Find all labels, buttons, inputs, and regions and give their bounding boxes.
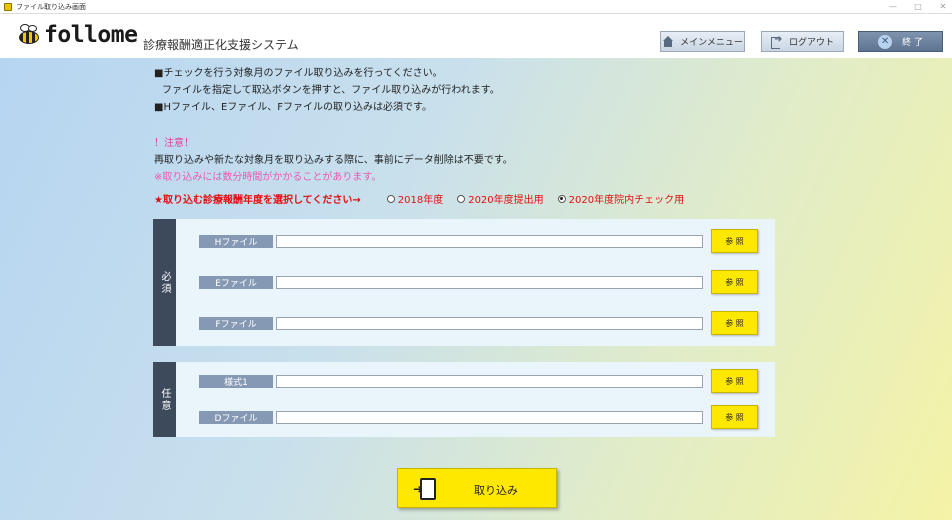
file-label: 様式1 (199, 374, 273, 388)
system-name: 診療報酬適正化支援システム (143, 38, 299, 52)
radio-label: 2020年度提出用 (468, 195, 544, 206)
radio-2020-internal-check[interactable]: 2020年度院内チェック用 (557, 191, 685, 206)
radio-dot-selected (557, 194, 566, 203)
radio-dot (457, 194, 466, 203)
instruction-line-1: ■チェックを行う対象月のファイル取り込みを行ってください。 (154, 68, 443, 79)
browse-button[interactable]: 参 照 (711, 369, 758, 393)
window-title: ファイル取り込み画面 (16, 3, 86, 11)
import-button[interactable]: 取り込み (397, 468, 557, 508)
file-import-icon (413, 478, 436, 500)
logo-text: follome (44, 22, 138, 48)
app-icon (4, 3, 12, 11)
main-menu-label: メインメニュー (680, 38, 743, 48)
file-label: Eファイル (199, 275, 273, 289)
exit-button[interactable]: ✕ 終 了 (858, 31, 943, 52)
note-title: ！注意！ (154, 138, 194, 149)
file-label: Dファイル (199, 410, 273, 424)
file-row-f: Fファイル (199, 316, 703, 330)
app-header: follome 診療報酬適正化支援システム メインメニュー ログアウト ✕ 終 … (0, 14, 952, 58)
file-path-input[interactable] (276, 374, 703, 388)
file-row-form1: 様式1 (199, 374, 703, 388)
required-side-label: 必須 (153, 219, 176, 346)
optional-side-label: 任意 (153, 362, 176, 437)
bee-icon (18, 24, 42, 46)
file-row-h: Hファイル (199, 234, 703, 248)
browse-button[interactable]: 参 照 (711, 405, 758, 429)
instruction-line-2: ファイルを指定して取込ボタンを押すと、ファイル取り込みが行われます。 (162, 85, 500, 96)
required-files-panel: 必須 Hファイル 参 照 Eファイル 参 照 Fファイル 参 照 (153, 219, 775, 346)
file-row-e: Eファイル (199, 275, 703, 289)
file-row-d: Dファイル (199, 410, 703, 424)
year-select-row: ★取り込む診療報酬年度を選択してください→ 2018年度 2020年度提出用 2… (154, 191, 684, 206)
exit-label: 終 了 (902, 38, 923, 48)
radio-2020-submit[interactable]: 2020年度提出用 (457, 191, 544, 206)
exit-icon: ✕ (878, 34, 893, 49)
logout-label: ログアウト (788, 38, 834, 48)
year-select-prompt: ★取り込む診療報酬年度を選択してください→ (154, 195, 361, 206)
home-icon (662, 35, 674, 48)
logout-icon (770, 34, 783, 49)
import-label: 取り込み (474, 484, 518, 497)
radio-dot (386, 194, 395, 203)
file-path-input[interactable] (276, 316, 703, 330)
radio-label: 2018年度 (397, 195, 444, 206)
file-path-input[interactable] (276, 410, 703, 424)
maximize-icon[interactable]: □ (911, 1, 925, 12)
file-path-input[interactable] (276, 234, 703, 248)
main-area: ■チェックを行う対象月のファイル取り込みを行ってください。 ファイルを指定して取… (0, 58, 952, 520)
note-line-1: 再取り込みや新たな対象月を取り込みする際に、事前にデータ削除は不要です。 (154, 155, 513, 166)
browse-button[interactable]: 参 照 (711, 311, 758, 335)
close-icon[interactable]: ✕ (936, 1, 950, 12)
logout-button[interactable]: ログアウト (761, 31, 844, 52)
file-label: Fファイル (199, 316, 273, 330)
instruction-line-3: ■Hファイル、Eファイル、Fファイルの取り込みは必須です。 (154, 102, 433, 113)
radio-2018[interactable]: 2018年度 (386, 191, 444, 206)
window-title-bar: ファイル取り込み画面 — □ ✕ (0, 0, 952, 14)
browse-button[interactable]: 参 照 (711, 229, 758, 253)
main-menu-button[interactable]: メインメニュー (660, 31, 745, 52)
optional-files-panel: 任意 様式1 参 照 Dファイル 参 照 (153, 362, 775, 437)
file-path-input[interactable] (276, 275, 703, 289)
follome-logo: follome (18, 20, 138, 50)
file-label: Hファイル (199, 234, 273, 248)
browse-button[interactable]: 参 照 (711, 270, 758, 294)
radio-label: 2020年度院内チェック用 (568, 195, 685, 206)
note-line-2: ※取り込みには数分時間がかかることがあります。 (154, 172, 382, 183)
minimize-icon[interactable]: — (886, 1, 900, 12)
